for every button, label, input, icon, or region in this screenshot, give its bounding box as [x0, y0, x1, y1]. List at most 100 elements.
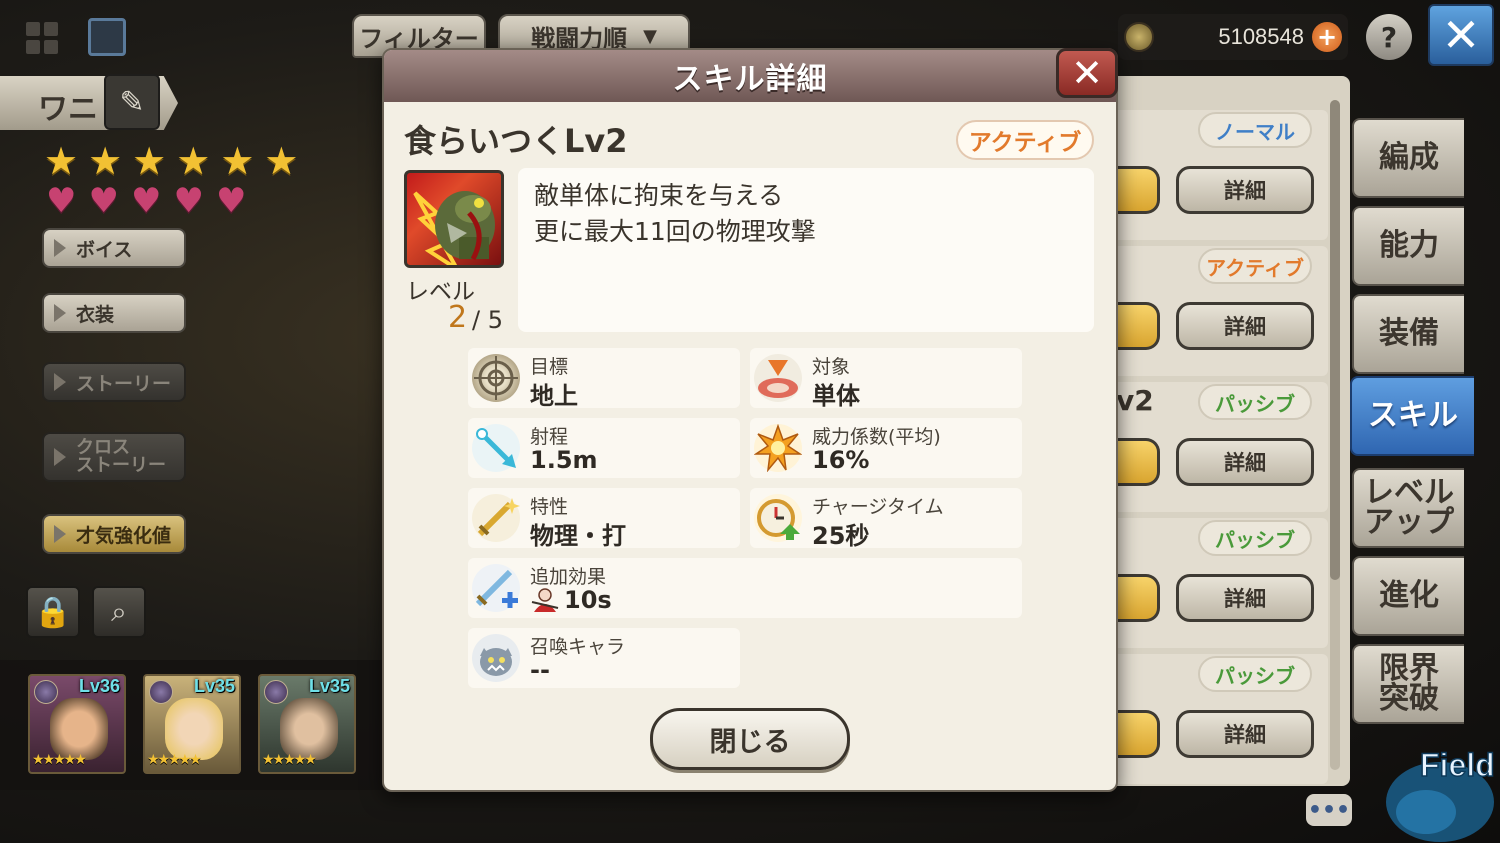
side-tab-label: 進化 — [1379, 578, 1439, 613]
close-screen-button[interactable]: ✕ — [1428, 4, 1494, 66]
skill-detail-button[interactable]: 詳細 — [1176, 574, 1314, 622]
edit-name-button[interactable]: ✎ — [104, 74, 160, 130]
skill-type-tag: アクティブ — [1198, 248, 1312, 284]
stat-target-area: 目標 地上 — [468, 348, 740, 410]
party-member-level: Lv36 — [78, 676, 120, 696]
heart-icon: ♥ — [46, 181, 77, 221]
clock-icon — [754, 494, 802, 542]
star-icon: ★ — [132, 139, 167, 183]
star-icon: ★ — [220, 139, 255, 183]
side-tab[interactable]: スキル — [1350, 376, 1474, 456]
skill-name: 食らいつくLv2 — [404, 122, 628, 160]
skill-type-badge: アクティブ — [956, 120, 1094, 160]
level-current: 2 — [448, 300, 468, 335]
skill-icon — [404, 170, 504, 268]
field-logo[interactable]: Field — [1376, 734, 1500, 843]
character-portrait — [50, 698, 108, 760]
add-coins-button[interactable]: + — [1312, 22, 1342, 52]
rarity-stars: ★ ★ ★ ★ ★ ★ — [44, 142, 298, 180]
stat-extra-effect: 追加効果 10s — [468, 558, 1022, 618]
party-member-card[interactable]: Lv35 ★★★★★ — [143, 674, 241, 774]
skill-type-tag: パッシブ — [1198, 520, 1312, 556]
side-tab-label: 能力 — [1379, 228, 1439, 263]
star-icon: ★ — [44, 139, 79, 183]
skill-list-scroll-thumb[interactable] — [1330, 100, 1340, 580]
side-menu-button[interactable]: 衣装 — [42, 293, 186, 333]
side-tab-label: スキル — [1368, 398, 1458, 433]
side-tab[interactable]: 装備 — [1352, 294, 1464, 374]
extra-effect-duration: 10s — [564, 586, 612, 614]
side-menu-button[interactable]: ストーリー — [42, 362, 186, 402]
stat-value: 1.5m — [530, 446, 598, 474]
stat-range: 射程 1.5m — [468, 418, 740, 478]
skill-detail-button[interactable]: 詳細 — [1176, 710, 1314, 758]
skill-detail-button[interactable]: 詳細 — [1176, 302, 1314, 350]
play-arrow-icon — [54, 239, 66, 257]
single-target-icon — [754, 354, 802, 402]
heart-icon: ♥ — [130, 181, 162, 221]
help-button[interactable]: ? — [1366, 14, 1412, 60]
play-arrow-icon — [54, 304, 66, 322]
menu-grid-icon[interactable] — [22, 18, 62, 58]
coin-count: 5108548 — [1218, 24, 1304, 49]
heart-icon: ♥ — [173, 181, 204, 221]
description-line: 敵単体に拘束を与える — [534, 181, 784, 210]
sword-plus-icon — [472, 564, 520, 612]
stat-label: 対象 — [812, 356, 851, 378]
side-tab[interactable]: 編成 — [1352, 118, 1464, 198]
side-menu-button[interactable]: クロス ストーリー — [42, 432, 186, 482]
star-icon: ★ — [88, 139, 123, 183]
stat-label: 追加効果 — [530, 566, 607, 588]
stat-label: チャージタイム — [812, 496, 944, 518]
stat-summon: 召喚キャラ -- — [468, 628, 740, 688]
stat-value: 地上 — [530, 382, 578, 410]
lock-button[interactable]: 🔒 — [26, 586, 80, 638]
coin-icon — [1124, 22, 1154, 52]
stat-power: 威力係数(平均) 16% — [750, 418, 1022, 478]
play-arrow-icon — [54, 448, 66, 466]
skill-detail-button[interactable]: 詳細 — [1176, 438, 1314, 486]
party-member-card[interactable]: Lv35 ★★★★★ — [258, 674, 356, 774]
side-menu-label: クロス ストーリー — [76, 437, 166, 476]
chat-button[interactable]: ••• — [1306, 794, 1352, 826]
stat-label: 召喚キャラ — [530, 636, 626, 658]
zoom-button[interactable]: ⌕ — [92, 586, 146, 638]
side-tab[interactable]: 能力 — [1352, 206, 1464, 286]
stat-label: 特性 — [530, 496, 569, 518]
pencil-icon: ✎ — [119, 84, 145, 120]
stat-target-type: 対象 単体 — [750, 348, 1022, 410]
star-icon: ★ — [264, 139, 299, 183]
heart-icon: ♥ — [88, 181, 119, 221]
side-tab[interactable]: レベル アップ — [1352, 468, 1464, 548]
stat-value: 物理・打 — [530, 522, 626, 550]
skill-description: 敵単体に拘束を与える 更に最大11回の物理攻撃 — [518, 168, 1094, 332]
party-member-card[interactable]: Lv36 ★★★★★ — [28, 674, 126, 774]
close-modal-button[interactable]: 閉じる — [650, 708, 850, 770]
stat-value: 単体 — [812, 382, 860, 410]
party-member-stars: ★★★★★ — [147, 752, 202, 768]
crosshair-icon — [472, 354, 520, 402]
side-tab[interactable]: 限界 突破 — [1352, 644, 1464, 724]
side-menu-button[interactable]: ボイス — [42, 228, 186, 268]
summon-creature-icon — [472, 634, 520, 682]
stat-label: 威力係数(平均) — [812, 426, 941, 448]
modal-close-button[interactable]: ✕ — [1056, 48, 1118, 98]
view-toggle-button[interactable] — [88, 18, 126, 56]
field-label: Field — [1420, 747, 1495, 783]
side-menu-label: ボイス — [76, 238, 133, 261]
party-member-level: Lv35 — [193, 676, 235, 696]
description-line: 更に最大11回の物理攻撃 — [534, 217, 816, 246]
side-tab[interactable]: 進化 — [1352, 556, 1464, 636]
range-arrow-icon — [472, 424, 520, 472]
star-icon: ★ — [176, 139, 211, 183]
character-name: ワニ — [38, 92, 98, 127]
skill-type-tag: パッシブ — [1198, 384, 1312, 420]
side-tab-label: 編成 — [1379, 140, 1439, 175]
side-menu-button[interactable]: 才気強化値 — [42, 514, 186, 554]
skill-type-tag: ノーマル — [1198, 112, 1312, 148]
skill-detail-button[interactable]: 詳細 — [1176, 166, 1314, 214]
side-tab-label: 装備 — [1379, 316, 1439, 351]
character-portrait — [165, 698, 223, 760]
class-emblem-icon — [149, 680, 173, 704]
party-member-stars: ★★★★★ — [262, 752, 317, 768]
